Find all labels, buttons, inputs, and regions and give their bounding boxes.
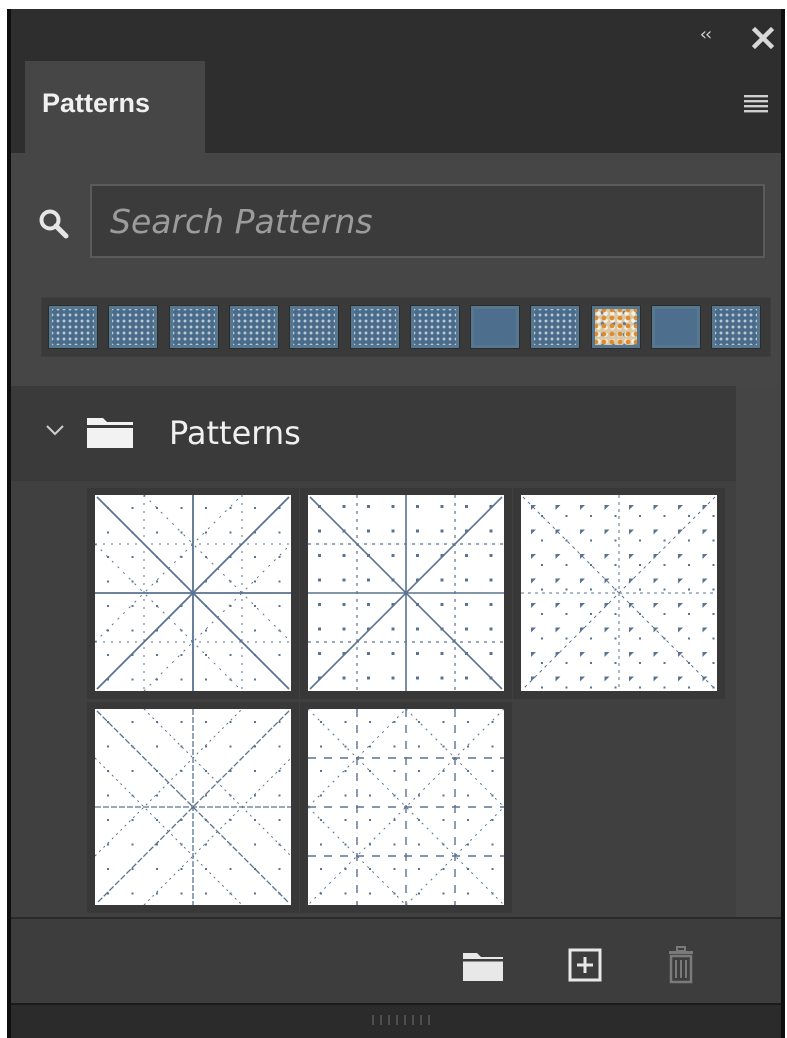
recent-pattern-swatch[interactable]	[409, 305, 460, 349]
patterns-list: Patterns	[11, 386, 736, 917]
chevron-down-icon[interactable]	[45, 423, 65, 437]
close-panel-button[interactable]	[748, 23, 778, 53]
resize-grip-icon[interactable]	[369, 1013, 433, 1027]
new-pattern-plus-icon	[568, 948, 602, 982]
recent-pattern-swatch[interactable]	[289, 305, 340, 349]
trash-icon	[669, 946, 693, 984]
double-chevron-left-icon: ‹‹	[699, 24, 712, 45]
delete-pattern-button[interactable]	[659, 945, 703, 985]
recent-pattern-swatch[interactable]	[590, 305, 641, 349]
search-input[interactable]	[90, 184, 765, 258]
panel-content: Patterns	[11, 153, 781, 917]
search-row	[11, 184, 781, 260]
new-group-folder-icon	[463, 953, 503, 981]
recent-pattern-swatch[interactable]	[651, 305, 701, 349]
pattern-preview-image	[95, 495, 291, 691]
create-pattern-button[interactable]	[563, 945, 607, 985]
patterns-panel: ‹‹ Patterns Search Patterns Patterns	[11, 9, 781, 1038]
panel-menu-button[interactable]	[744, 94, 768, 114]
recent-pattern-swatch[interactable]	[530, 305, 581, 349]
panel-footer	[11, 917, 781, 1003]
pattern-thumbnail[interactable]	[87, 702, 299, 913]
pattern-preview-image	[521, 495, 717, 691]
pattern-thumbnail[interactable]	[87, 488, 299, 699]
recent-pattern-swatch[interactable]	[228, 305, 279, 349]
pattern-thumbnail[interactable]	[300, 702, 512, 913]
recent-pattern-swatch[interactable]	[108, 305, 159, 349]
close-icon	[751, 26, 775, 50]
search-icon	[39, 209, 69, 239]
pattern-preview-image	[308, 495, 504, 691]
panel-title-strip: ‹‹	[11, 9, 781, 61]
recent-pattern-swatch[interactable]	[168, 305, 219, 349]
pattern-group-header[interactable]: Patterns	[11, 386, 736, 481]
recent-patterns-strip	[41, 297, 771, 357]
pattern-preview-image	[95, 709, 291, 905]
pattern-thumbnail[interactable]	[300, 488, 512, 699]
folder-icon	[87, 418, 133, 448]
collapse-panel-button[interactable]: ‹‹	[691, 23, 719, 47]
tab-patterns[interactable]: Patterns	[25, 61, 205, 155]
hamburger-menu-icon	[744, 95, 768, 113]
pattern-group-label: Patterns	[169, 414, 301, 452]
recent-pattern-swatch[interactable]	[711, 305, 762, 349]
list-scrollbar-track[interactable]	[736, 386, 781, 917]
recent-pattern-swatch[interactable]	[48, 305, 98, 349]
pattern-thumbnail-grid	[87, 488, 727, 913]
pattern-thumbnail[interactable]	[513, 488, 725, 699]
pattern-preview-image	[308, 709, 504, 905]
recent-pattern-swatch[interactable]	[349, 305, 400, 349]
panel-resize-bar[interactable]	[11, 1003, 781, 1038]
patterns-window: ‹‹ Patterns Search Patterns Patterns	[7, 9, 785, 1038]
create-group-button[interactable]	[461, 945, 505, 985]
panel-tab-bar: Patterns	[11, 61, 781, 155]
recent-pattern-swatch[interactable]	[470, 305, 521, 349]
